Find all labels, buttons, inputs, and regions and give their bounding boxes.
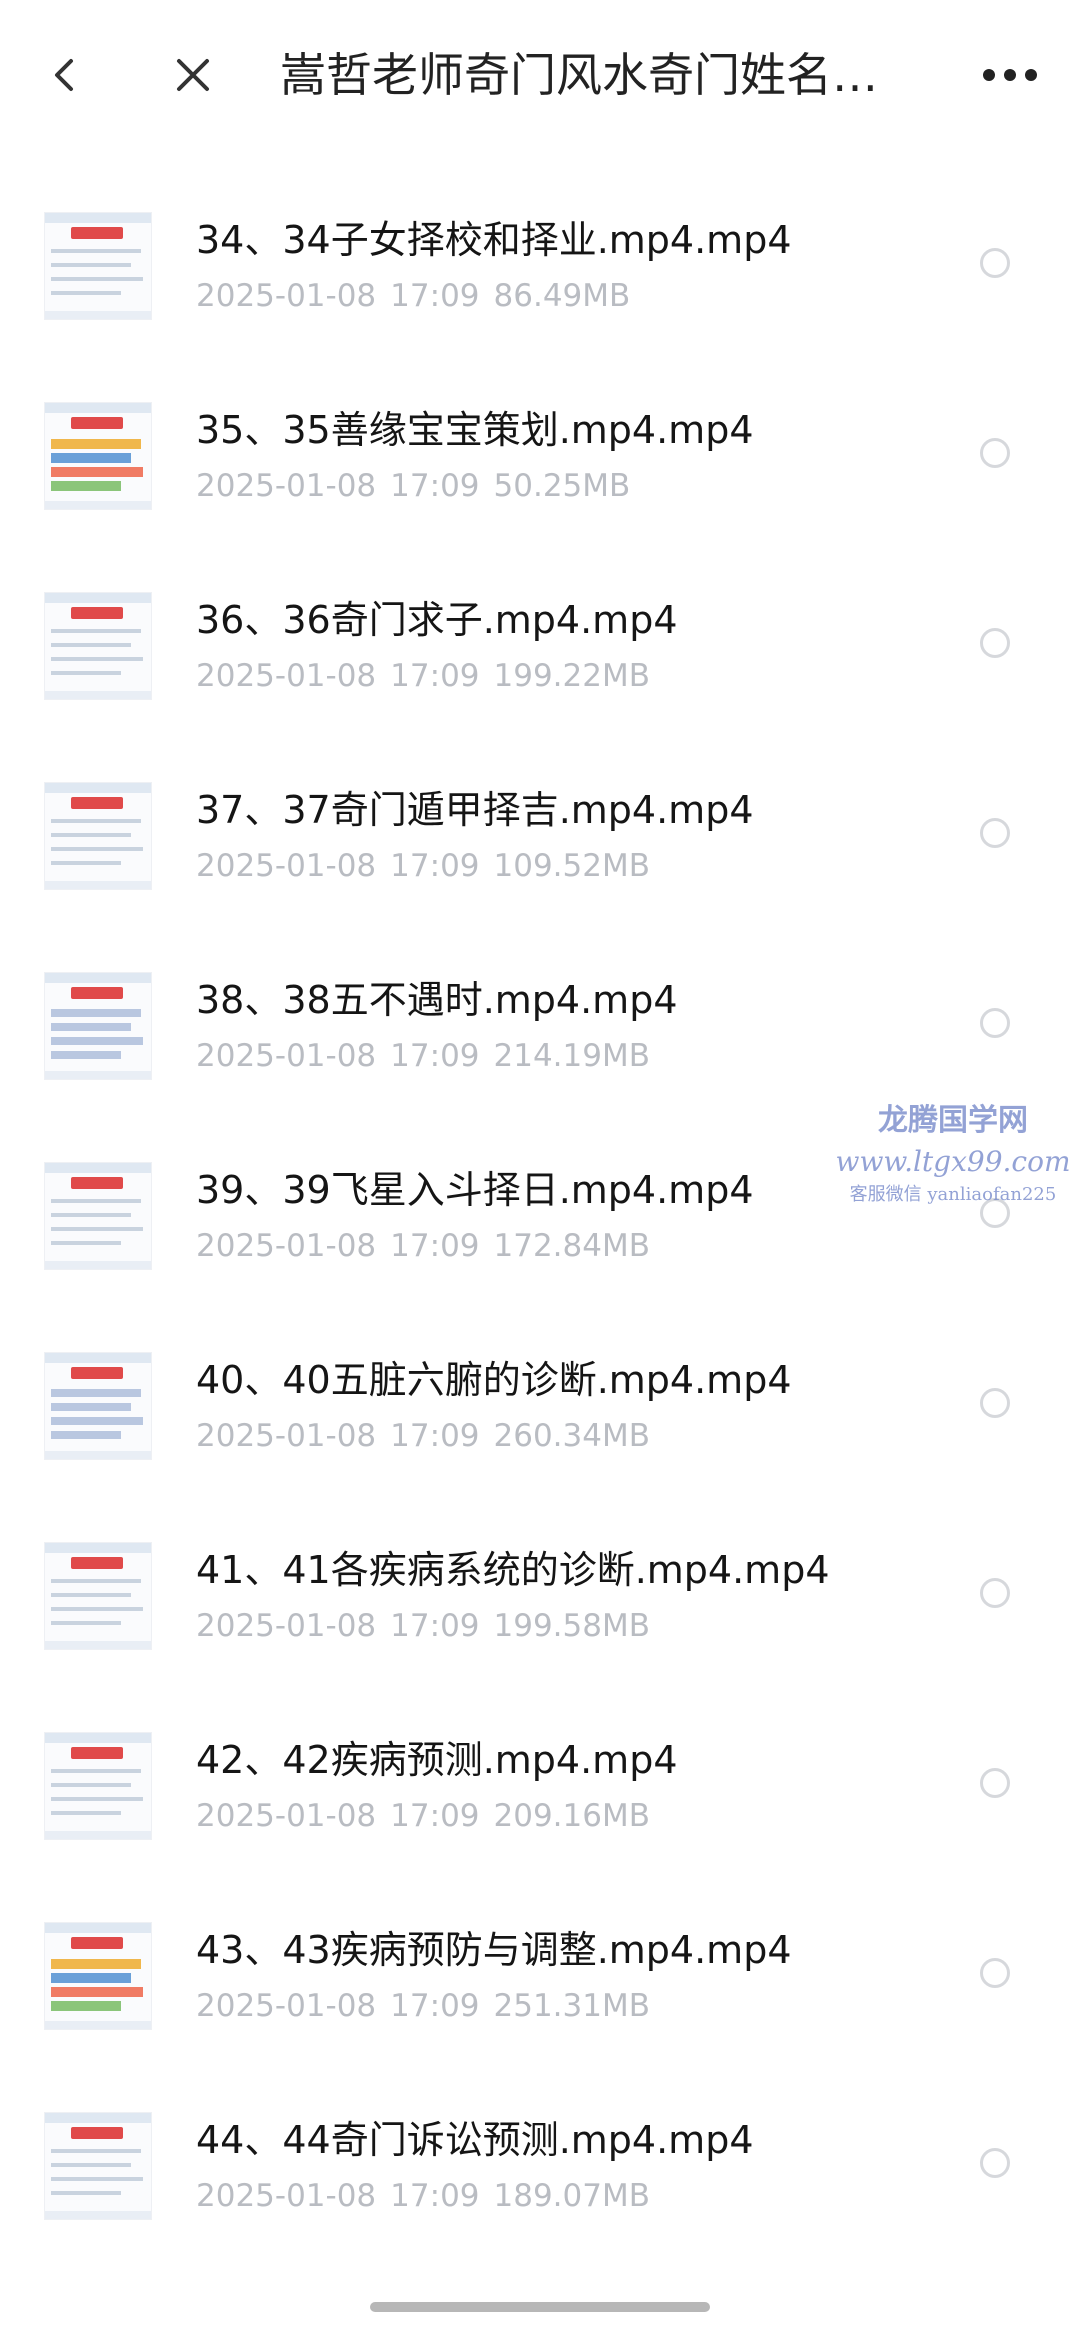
page-title: 嵩哲老师奇门风水奇门姓名学… [280,48,910,102]
file-meta: 2025-01-08 17:09 50.25MB [196,464,644,508]
more-button[interactable] [970,40,1050,110]
file-size: 50.25MB [493,468,631,504]
file-date: 2025-01-08 [196,1608,377,1644]
watermark-brand: 龙腾国学网 [878,1103,1028,1138]
file-date: 2025-01-08 [196,1228,377,1264]
file-name: 40、40五脏六腑的诊断.mp4.mp4 [196,1358,792,1402]
file-date: 2025-01-08 [196,658,377,694]
select-radio[interactable] [980,438,1010,468]
file-meta: 2025-01-08 17:09 214.19MB [196,1034,664,1078]
video-thumbnail [44,972,152,1080]
home-indicator[interactable] [370,2302,710,2312]
file-date: 2025-01-08 [196,1038,377,1074]
watermark-contact: 客服微信 yanliaofan225 [849,1184,1057,1205]
select-radio[interactable] [980,248,1010,278]
file-meta: 2025-01-08 17:09 199.58MB [196,1604,664,1648]
file-size: 260.34MB [493,1418,650,1454]
file-name: 42、42疾病预测.mp4.mp4 [196,1738,678,1782]
file-time: 17:09 [390,1038,480,1074]
file-date: 2025-01-08 [196,1418,377,1454]
file-meta: 2025-01-08 17:09 199.22MB [196,654,664,698]
file-meta: 2025-01-08 17:09 209.16MB [196,1794,664,1838]
chevron-left-icon [55,59,73,91]
close-icon [177,59,209,91]
file-time: 17:09 [390,1988,480,2024]
file-size: 172.84MB [493,1228,650,1264]
file-name: 34、34子女择校和择业.mp4.mp4 [196,218,792,262]
file-name: 41、41各疾病系统的诊断.mp4.mp4 [196,1548,830,1592]
file-date: 2025-01-08 [196,468,377,504]
file-size: 209.16MB [493,1798,650,1834]
select-radio[interactable] [980,1958,1010,1988]
file-size: 199.22MB [493,658,650,694]
file-row[interactable]: 35、35善缘宝宝策划.mp4.mp4 2025-01-08 17:09 50.25… [0,360,1080,550]
select-radio[interactable] [980,2148,1010,2178]
video-thumbnail [44,1162,152,1270]
file-time: 17:09 [390,468,480,504]
file-meta: 2025-01-08 17:09 189.07MB [196,2174,664,2218]
file-size: 109.52MB [493,848,650,884]
file-name: 44、44奇门诉讼预测.mp4.mp4 [196,2118,754,2162]
video-thumbnail [44,592,152,700]
file-name: 43、43疾病预防与调整.mp4.mp4 [196,1928,792,1972]
video-thumbnail [44,2112,152,2220]
file-name: 36、36奇门求子.mp4.mp4 [196,598,678,642]
file-size: 189.07MB [493,2178,650,2214]
top-bar: 嵩哲老师奇门风水奇门姓名学… [0,0,1080,150]
file-date: 2025-01-08 [196,278,377,314]
file-size: 199.58MB [493,1608,650,1644]
file-row[interactable]: 40、40五脏六腑的诊断.mp4.mp4 2025-01-08 17:09 260.… [0,1310,1080,1500]
file-time: 17:09 [390,1798,480,1834]
select-radio[interactable] [980,1388,1010,1418]
file-row[interactable]: 38、38五不遇时.mp4.mp4 2025-01-08 17:09 214.19M… [0,930,1080,1120]
video-thumbnail [44,1922,152,2030]
file-meta: 2025-01-08 17:09 109.52MB [196,844,664,888]
file-row[interactable]: 36、36奇门求子.mp4.mp4 2025-01-08 17:09 199.22M… [0,550,1080,740]
file-size: 214.19MB [493,1038,650,1074]
watermark-url: www.ltgx99.com [835,1145,1071,1178]
file-row[interactable]: 44、44奇门诉讼预测.mp4.mp4 2025-01-08 17:09 189.0… [0,2070,1080,2260]
file-time: 17:09 [390,278,480,314]
watermark: 龙腾国学网 www.ltgx99.com 客服微信 yanliaofan225 [828,1100,1078,1208]
back-button[interactable] [30,40,100,110]
file-row[interactable]: 43、43疾病预防与调整.mp4.mp4 2025-01-08 17:09 251.… [0,1880,1080,2070]
video-thumbnail [44,402,152,510]
close-button[interactable] [158,40,228,110]
file-date: 2025-01-08 [196,1988,377,2024]
file-row[interactable]: 41、41各疾病系统的诊断.mp4.mp4 2025-01-08 17:09 199… [0,1500,1080,1690]
file-meta: 2025-01-08 17:09 251.31MB [196,1984,664,2028]
file-time: 17:09 [390,658,480,694]
file-time: 17:09 [390,1418,480,1454]
video-thumbnail [44,1352,152,1460]
video-thumbnail [44,1732,152,1840]
file-name: 37、37奇门遁甲择吉.mp4.mp4 [196,788,754,832]
select-radio[interactable] [980,1578,1010,1608]
select-radio[interactable] [980,1768,1010,1798]
video-thumbnail [44,1542,152,1650]
file-row[interactable]: 34、34子女择校和择业.mp4.mp4 2025-01-08 17:09 86.4… [0,170,1080,360]
video-thumbnail [44,212,152,320]
file-size: 86.49MB [493,278,631,314]
file-meta: 2025-01-08 17:09 86.49MB [196,274,644,318]
file-list: 34、34子女择校和择业.mp4.mp4 2025-01-08 17:09 86.4… [0,170,1080,2260]
file-time: 17:09 [390,1608,480,1644]
file-name: 38、38五不遇时.mp4.mp4 [196,978,678,1022]
select-radio[interactable] [980,1008,1010,1038]
file-time: 17:09 [390,2178,480,2214]
more-horizontal-icon [983,69,1037,81]
file-date: 2025-01-08 [196,2178,377,2214]
file-row[interactable]: 42、42疾病预测.mp4.mp4 2025-01-08 17:09 209.16M… [0,1690,1080,1880]
select-radio[interactable] [980,818,1010,848]
file-meta: 2025-01-08 17:09 172.84MB [196,1224,664,1268]
file-time: 17:09 [390,848,480,884]
file-row[interactable]: 37、37奇门遁甲择吉.mp4.mp4 2025-01-08 17:09 109.5… [0,740,1080,930]
file-time: 17:09 [390,1228,480,1264]
video-thumbnail [44,782,152,890]
select-radio[interactable] [980,628,1010,658]
file-date: 2025-01-08 [196,1798,377,1834]
file-date: 2025-01-08 [196,848,377,884]
file-name: 35、35善缘宝宝策划.mp4.mp4 [196,408,754,452]
file-size: 251.31MB [493,1988,650,2024]
file-meta: 2025-01-08 17:09 260.34MB [196,1414,664,1458]
